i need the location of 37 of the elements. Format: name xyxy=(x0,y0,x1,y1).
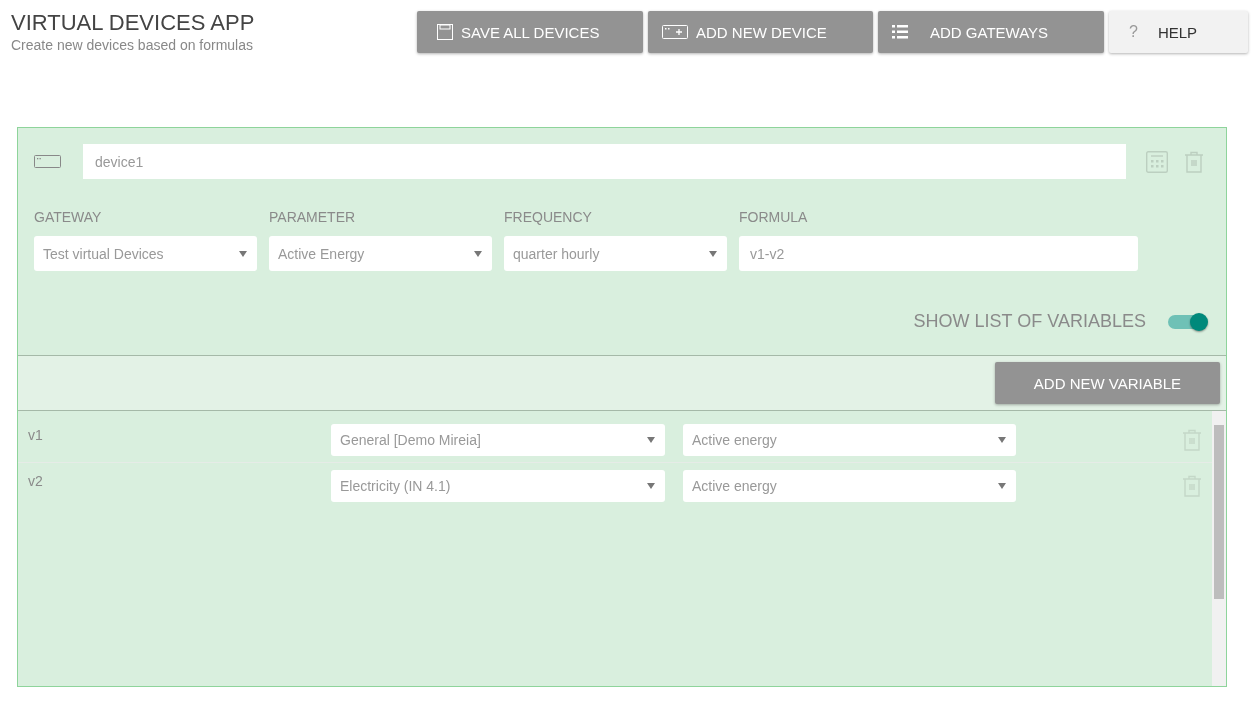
caret-icon xyxy=(998,482,1006,489)
caret-icon xyxy=(647,436,655,443)
caret-icon xyxy=(474,250,482,257)
app-title: VIRTUAL DEVICES APP xyxy=(11,11,255,35)
trash-icon[interactable] xyxy=(1184,150,1204,173)
device-icon xyxy=(34,155,61,168)
add-device-button[interactable]: ADD NEW DEVICE xyxy=(648,11,873,53)
save-button[interactable]: SAVE ALL DEVICES xyxy=(417,11,643,53)
dropdown[interactable]: quarter hourly xyxy=(504,236,727,271)
dropdown[interactable]: Electricity (IN 4.1) xyxy=(331,469,665,502)
field-label: FORMULA xyxy=(739,209,809,225)
list-icon xyxy=(892,25,908,39)
scrollbar[interactable] xyxy=(1212,411,1226,686)
caret-icon xyxy=(998,436,1006,443)
caret-icon xyxy=(647,482,655,489)
dropdown[interactable]: Active energy xyxy=(683,423,1016,456)
caret-icon xyxy=(239,250,247,257)
add-gateways-button[interactable]: ADD GATEWAYS xyxy=(878,11,1104,53)
help-button[interactable]: ? HELP xyxy=(1109,11,1248,53)
app-subtitle: Create new devices based on formulas xyxy=(11,37,255,53)
field-label: GATEWAY xyxy=(34,209,103,225)
calculator-icon[interactable] xyxy=(1146,150,1168,173)
variable-name: v2 xyxy=(27,472,44,489)
toggle-switch[interactable] xyxy=(1168,314,1206,329)
toggle-label: SHOW LIST OF VARIABLES xyxy=(913,311,1146,332)
add-variable-button[interactable]: ADD NEW VARIABLE xyxy=(995,362,1220,404)
field-label: PARAMETER xyxy=(269,209,357,225)
dropdown[interactable]: Test virtual Devices xyxy=(34,236,257,271)
dropdown[interactable]: Active Energy xyxy=(269,236,492,271)
dropdown[interactable]: Active energy xyxy=(683,469,1016,502)
formula-field[interactable]: v1-v2 xyxy=(739,236,1138,271)
variable-name: v1 xyxy=(27,426,44,443)
field-label: FREQUENCY xyxy=(504,209,593,225)
caret-icon xyxy=(709,250,717,257)
device-name-field[interactable]: device1 xyxy=(83,144,1126,179)
dropdown[interactable]: General [Demo Mireia] xyxy=(331,423,665,456)
device-add-icon xyxy=(662,25,688,39)
